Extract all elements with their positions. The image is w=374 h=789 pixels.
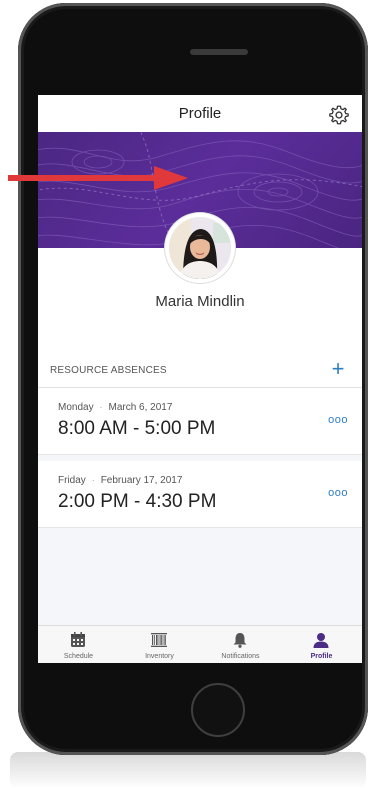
home-button[interactable] xyxy=(191,683,245,737)
absence-day: Monday xyxy=(58,402,94,413)
more-options-icon[interactable]: ooo xyxy=(328,414,348,426)
user-name: Maria Mindlin xyxy=(155,293,245,310)
date-separator: · xyxy=(99,402,103,413)
more-options-icon[interactable]: ooo xyxy=(328,487,348,499)
bottom-tab-bar: Schedule Inventory Notifications Profile xyxy=(38,625,362,663)
tab-inventory[interactable]: Inventory xyxy=(119,626,200,663)
absence-item[interactable]: Monday · March 6, 2017 8:00 AM - 5:00 PM… xyxy=(38,388,362,455)
resource-absences-header: RESOURCE ABSENCES + xyxy=(38,354,362,388)
tab-label: Schedule xyxy=(63,653,94,660)
user-icon xyxy=(313,633,329,648)
barcode-icon xyxy=(151,633,167,647)
tab-schedule[interactable]: Schedule xyxy=(38,626,119,663)
gear-icon[interactable] xyxy=(328,104,350,126)
absence-date-line: Friday · February 17, 2017 xyxy=(58,475,182,486)
tab-label: Profile xyxy=(310,653,333,660)
tab-profile[interactable]: Profile xyxy=(281,626,362,663)
absence-time: 2:00 PM - 4:30 PM xyxy=(58,491,217,512)
absence-item[interactable]: Friday · February 17, 2017 2:00 PM - 4:3… xyxy=(38,461,362,528)
avatar xyxy=(165,213,235,283)
speaker-grille xyxy=(190,49,248,55)
tab-label: Notifications xyxy=(221,653,260,660)
phone-reflection xyxy=(10,752,366,789)
absence-date: February 17, 2017 xyxy=(100,475,183,486)
page-title: Profile xyxy=(178,105,222,122)
section-title: RESOURCE ABSENCES xyxy=(50,365,167,376)
bell-icon xyxy=(233,633,247,648)
absence-time: 8:00 AM - 5:00 PM xyxy=(58,418,216,439)
absence-day: Friday xyxy=(58,475,86,486)
tab-label: Inventory xyxy=(145,653,174,660)
absence-date-line: Monday · March 6, 2017 xyxy=(58,402,172,413)
avatar-photo xyxy=(169,217,231,279)
red-arrow-icon xyxy=(8,166,188,190)
absence-date: March 6, 2017 xyxy=(108,402,173,413)
date-separator: · xyxy=(91,475,95,486)
calendar-icon xyxy=(71,632,85,647)
top-bar: Profile xyxy=(38,95,362,136)
tab-notifications[interactable]: Notifications xyxy=(200,626,281,663)
plus-icon[interactable]: + xyxy=(328,358,348,380)
